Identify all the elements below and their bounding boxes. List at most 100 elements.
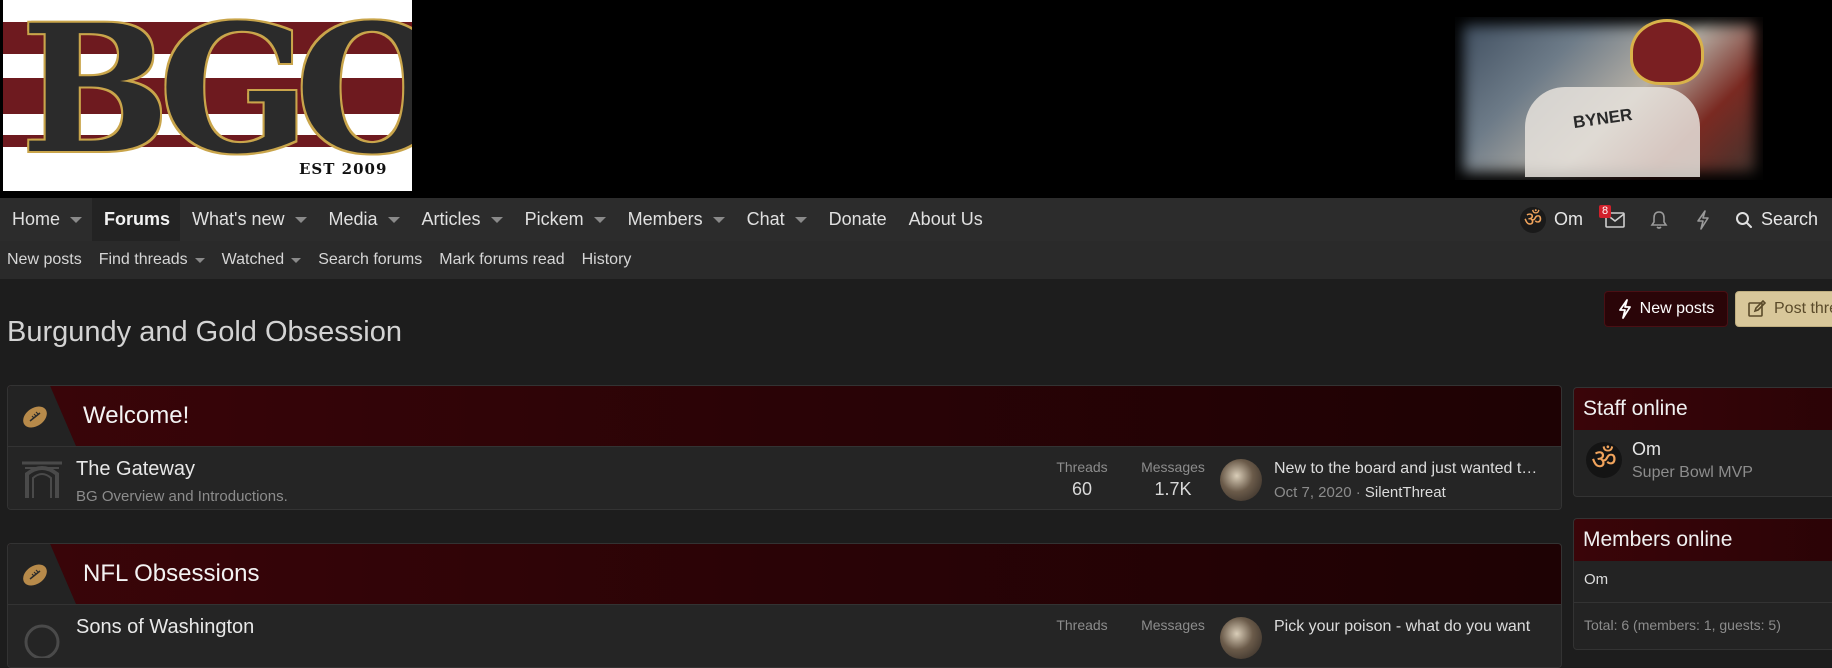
members-online-title[interactable]: Members online [1574,519,1832,561]
nav-forums-label: Forums [104,209,171,229]
nav-about-us[interactable]: About Us [897,198,993,241]
subnav-find-threads-label: Find threads [98,251,188,268]
nav-donate[interactable]: Donate [817,198,897,241]
inbox-button[interactable]: 8 [1593,198,1637,241]
site-logo[interactable]: BGO EST 2009 [3,0,412,191]
category-title[interactable]: NFL Obsessions [83,560,260,588]
category-welcome: Welcome! The Gateway BG Overview and Int… [7,385,1562,510]
search-icon [1735,211,1752,228]
account-name: Om [1553,209,1583,229]
chevron-down-icon[interactable] [593,216,606,223]
avatar: ॐ [1519,206,1546,233]
forum-row: The Gateway BG Overview and Introduction… [8,446,1561,509]
chevron-down-icon[interactable] [194,257,205,263]
chevron-down-icon[interactable] [712,216,725,223]
staff-online-title: Staff online [1574,388,1832,430]
whats-new-button[interactable] [1681,198,1725,241]
chevron-down-icon[interactable] [70,216,83,223]
subnav-mark-read[interactable]: Mark forums read [432,251,574,269]
nav-media[interactable]: Media [317,198,410,241]
category-nfl-obsessions: NFL Obsessions Sons of Washington Thread… [7,543,1562,668]
chevron-down-icon[interactable] [794,216,807,223]
chevron-down-icon[interactable] [294,216,307,223]
threads-label: Threads [1056,459,1108,475]
subnav-history[interactable]: History [575,251,642,269]
forum-row: Sons of Washington Threads Messages Pick… [8,604,1561,667]
account-menu[interactable]: ॐ Om [1510,198,1593,241]
football-icon [23,406,47,428]
nav-articles[interactable]: Articles [410,198,513,241]
nav-pickem-label: Pickem [524,209,584,229]
sub-nav: New posts Find threads Watched Search fo… [0,241,1832,279]
nav-whats-new[interactable]: What's new [180,198,316,241]
last-post-title[interactable]: New to the board and just wanted to say … [1274,460,1544,478]
subnav-history-label: History [581,251,632,268]
staff-online-widget: Staff online ॐ Om Super Bowl MVP [1573,387,1832,497]
online-total: Total: 6 (members: 1, guests: 5) [1574,602,1832,633]
nav-members[interactable]: Members [616,198,735,241]
header-photo: BYNER [1455,17,1763,180]
threads-stat: Threads [1042,617,1122,633]
bolt-icon [1618,299,1631,319]
subnav-mark-read-label: Mark forums read [439,251,565,268]
new-posts-button[interactable]: New posts [1604,291,1728,327]
forum-title[interactable]: The Gateway [76,458,195,481]
messages-count: 1.7K [1154,479,1192,499]
nav-chat-label: Chat [746,209,785,229]
chevron-down-icon[interactable] [291,257,302,263]
post-thread-button[interactable]: Post thread [1735,291,1832,327]
main-nav: Home Forums What's new Media Articles Pi… [0,198,1832,241]
nav-members-label: Members [627,209,703,229]
messages-label: Messages [1141,459,1205,475]
nav-chat[interactable]: Chat [735,198,817,241]
search-button[interactable]: Search [1725,198,1832,241]
threads-stat: Threads 60 [1042,459,1122,500]
search-label: Search [1760,209,1818,229]
nav-user-area: ॐ Om 8 Search [1510,198,1832,241]
threads-label: Threads [1056,617,1108,633]
category-header[interactable]: Welcome! [8,386,1561,446]
alerts-button[interactable] [1637,198,1681,241]
nav-whats-new-label: What's new [192,209,285,229]
subnav-new-posts[interactable]: New posts [0,251,92,269]
gateway-icon [22,461,62,498]
subnav-watched[interactable]: Watched [215,251,312,269]
forum-icon [24,624,60,658]
threads-count: 60 [1071,479,1093,499]
nav-home-label: Home [12,209,61,229]
nav-donate-label: Donate [828,209,887,229]
last-post-date[interactable]: Oct 7, 2020 [1274,484,1352,501]
category-header[interactable]: NFL Obsessions [8,544,1561,604]
chevron-down-icon[interactable] [490,216,503,223]
subnav-search-forums-label: Search forums [318,251,423,268]
nav-articles-label: Articles [421,209,481,229]
avatar[interactable]: ॐ [1586,442,1622,478]
subnav-search-forums[interactable]: Search forums [311,251,432,269]
forum-description: BG Overview and Introductions. [76,488,288,505]
nav-forums[interactable]: Forums [92,198,181,241]
members-online-widget: Members online Om Total: 6 (members: 1, … [1573,518,1832,650]
category-title[interactable]: Welcome! [83,402,189,430]
forum-title[interactable]: Sons of Washington [76,616,254,639]
bolt-icon [1697,209,1709,230]
staff-name[interactable]: Om [1632,439,1661,460]
staff-member: ॐ Om Super Bowl MVP [1574,430,1832,490]
nav-pickem[interactable]: Pickem [513,198,616,241]
last-post-user[interactable]: SilentThreat [1365,484,1446,501]
edit-icon [1748,300,1766,317]
bell-icon [1650,210,1668,229]
subnav-new-posts-label: New posts [7,251,82,268]
chevron-down-icon[interactable] [387,216,400,223]
avatar[interactable] [1220,617,1262,659]
messages-label: Messages [1141,617,1205,633]
nav-home[interactable]: Home [0,198,92,241]
avatar[interactable] [1220,459,1262,501]
last-post-title[interactable]: Pick your poison - what do you want [1274,618,1544,636]
staff-role: Super Bowl MVP [1632,464,1753,481]
post-thread-label: Post thread [1774,300,1832,317]
messages-stat: Messages 1.7K [1133,459,1213,500]
online-member-list[interactable]: Om [1574,561,1832,588]
page-title: Burgundy and Gold Obsession [7,316,402,348]
last-post-meta: Oct 7, 2020 · SilentThreat [1274,484,1446,501]
subnav-find-threads[interactable]: Find threads [92,251,215,269]
